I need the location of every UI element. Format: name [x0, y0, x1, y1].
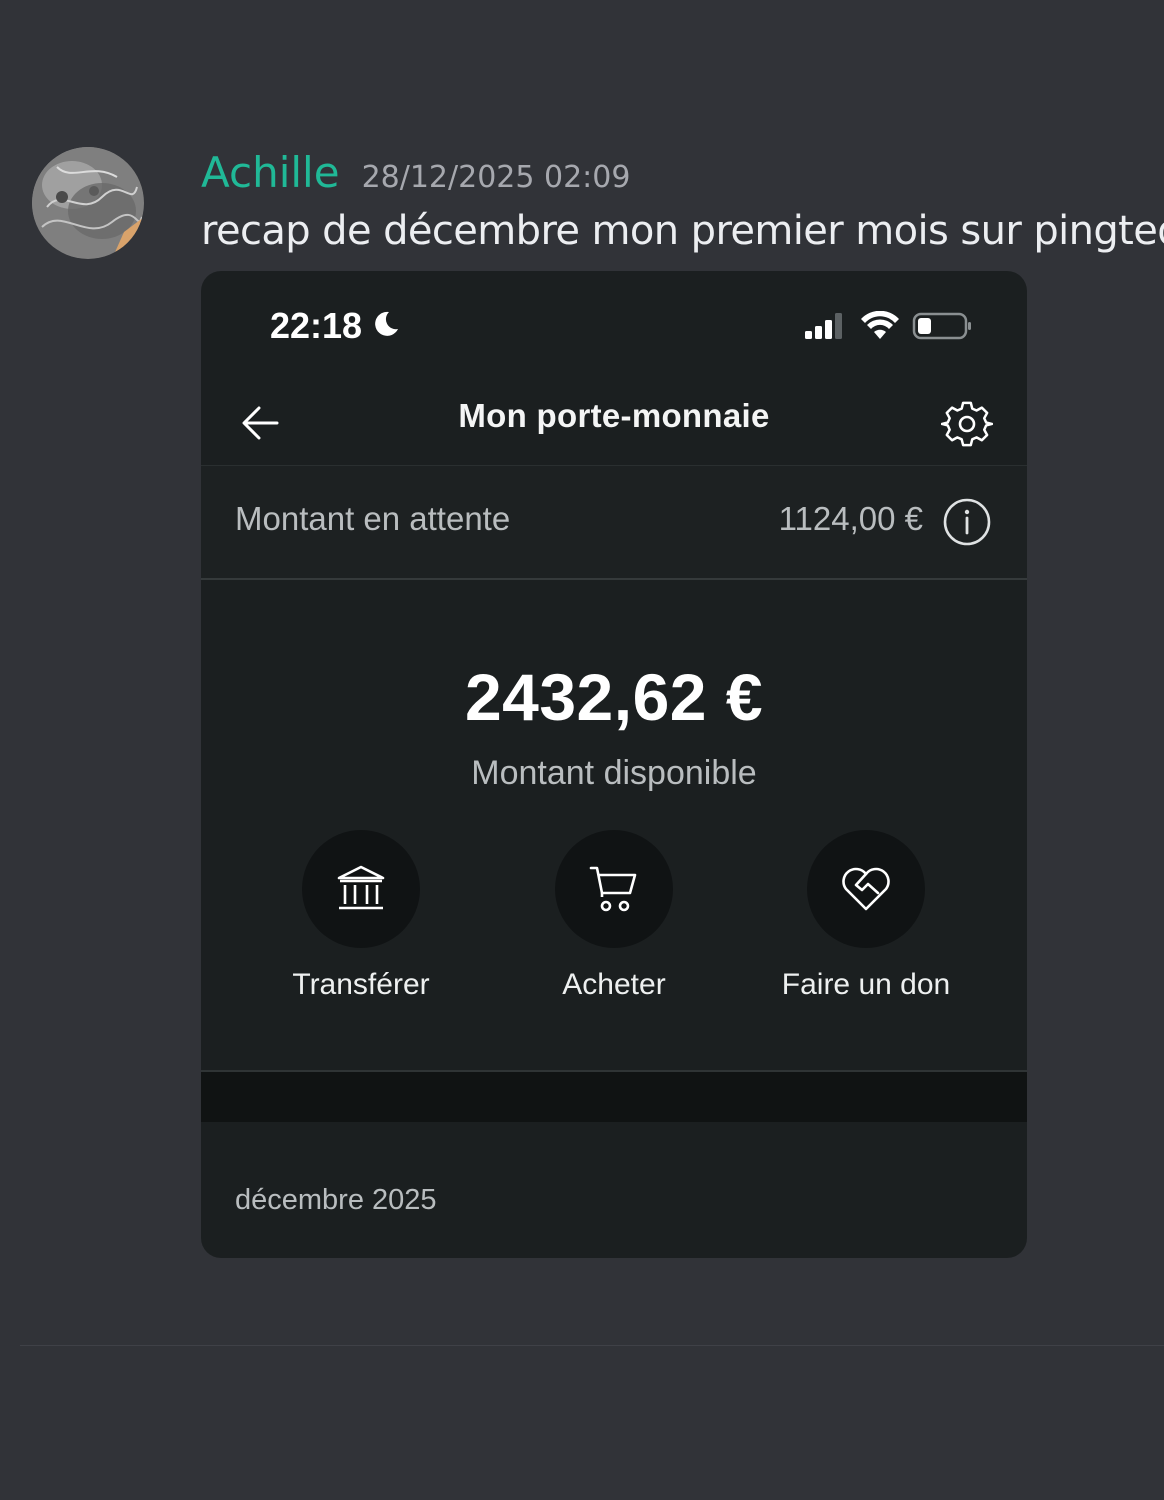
buy-label: Acheter — [562, 968, 666, 1001]
username[interactable]: Achille — [201, 148, 340, 197]
wifi-icon — [860, 310, 900, 345]
signal-icon — [803, 311, 847, 345]
history-month-header: décembre 2025 — [235, 1184, 437, 1216]
buy-button[interactable] — [555, 830, 673, 948]
donate-button[interactable] — [807, 830, 925, 948]
transfer-label: Transférer — [292, 968, 430, 1001]
timestamp: 28/12/2025 02:09 — [361, 160, 631, 195]
bank-icon — [337, 865, 385, 910]
avatar-image — [32, 147, 144, 259]
buy-action[interactable]: Acheter — [489, 830, 739, 1010]
pending-amount: 1124,00 € — [778, 500, 923, 537]
pending-amount-row: Montant en attente 1124,00 € — [201, 466, 1027, 578]
battery-icon — [912, 311, 972, 345]
donate-label: Faire un don — [781, 968, 951, 1001]
heart-handshake-icon — [842, 867, 890, 911]
pending-label: Montant en attente — [235, 500, 511, 537]
message-divider — [20, 1345, 1164, 1346]
divider — [201, 578, 1027, 580]
chat-message: Achille 28/12/2025 02:09 recap de décemb… — [0, 0, 1164, 1345]
transfer-action[interactable]: Transférer — [236, 830, 486, 1010]
info-icon — [943, 498, 991, 546]
status-time: 22:18 — [270, 305, 363, 346]
gear-icon — [940, 401, 994, 447]
message-header: Achille 28/12/2025 02:09 — [201, 148, 630, 200]
moon-icon — [371, 309, 401, 343]
message-text: recap de décembre mon premier mois sur p… — [201, 208, 1164, 254]
cart-icon — [589, 866, 637, 912]
settings-button[interactable] — [940, 399, 994, 451]
status-bar: 22:18 — [201, 271, 1027, 381]
avatar[interactable] — [32, 147, 144, 259]
transfer-button[interactable] — [302, 830, 420, 948]
page-title: Mon porte-monnaie — [458, 397, 770, 434]
image-attachment[interactable]: 22:18 Mon porte-monnaie Montant en atten… — [201, 271, 1027, 1258]
available-balance: 2432,62 € — [464, 660, 764, 734]
section-gap — [201, 1072, 1027, 1122]
info-button[interactable] — [942, 497, 992, 547]
app-navbar: Mon porte-monnaie — [201, 381, 1027, 465]
available-balance-label: Montant disponible — [471, 754, 757, 792]
donate-action[interactable]: Faire un don — [741, 830, 991, 1010]
